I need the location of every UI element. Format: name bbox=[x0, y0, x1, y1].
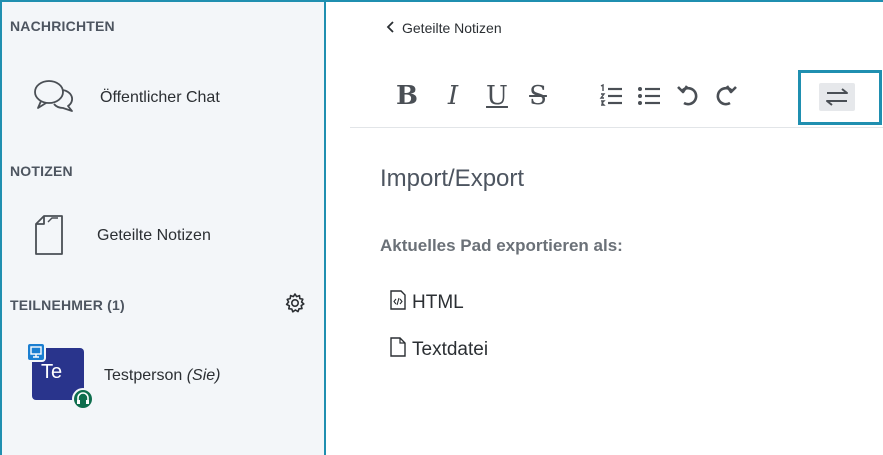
back-link-label: Geteilte Notizen bbox=[402, 20, 502, 36]
import-export-button[interactable] bbox=[798, 70, 882, 125]
sidebar-item-label: Geteilte Notizen bbox=[97, 227, 211, 244]
strikethrough-button[interactable]: S bbox=[526, 80, 550, 112]
import-export-icon bbox=[819, 83, 855, 111]
export-subheading: Aktuelles Pad exportieren als: bbox=[380, 236, 623, 255]
export-option-label: Textdatei bbox=[412, 339, 489, 360]
sidebar-item-label: Öffentlicher Chat bbox=[100, 89, 220, 106]
participant-name-text: Testperson bbox=[104, 367, 183, 384]
sidebar: NACHRICHTEN Öffentlicher Chat NOTIZEN Ge… bbox=[2, 2, 326, 455]
text-file-icon bbox=[390, 337, 406, 363]
sidebar-item-shared-notes[interactable]: Geteilte Notizen bbox=[2, 210, 324, 260]
export-html-link[interactable]: HTML bbox=[390, 290, 464, 316]
editor-toolbar: B I U S bbox=[350, 64, 883, 128]
presenter-icon bbox=[26, 342, 46, 362]
messages-section-title: NACHRICHTEN bbox=[10, 18, 115, 34]
redo-icon[interactable] bbox=[714, 80, 738, 112]
participant-list-item[interactable]: Te Testperson (Sie) bbox=[2, 342, 324, 422]
shared-notes-panel: Geteilte Notizen B I U S Import/Export A… bbox=[328, 2, 883, 455]
unordered-list-icon[interactable] bbox=[636, 80, 662, 112]
avatar-initials: Te bbox=[41, 361, 63, 383]
chevron-left-icon bbox=[386, 20, 394, 36]
bold-button[interactable]: B bbox=[394, 80, 420, 112]
italic-button[interactable]: I bbox=[442, 80, 464, 112]
sidebar-item-public-chat[interactable]: Öffentlicher Chat bbox=[2, 74, 324, 124]
headphones-icon bbox=[72, 388, 94, 410]
underline-button[interactable]: U bbox=[485, 80, 509, 112]
page-title: Import/Export bbox=[380, 165, 525, 192]
ordered-list-icon[interactable] bbox=[598, 80, 624, 112]
notes-section-title: NOTIZEN bbox=[10, 163, 73, 179]
html-file-icon bbox=[390, 290, 406, 316]
export-option-label: HTML bbox=[412, 292, 464, 313]
participant-name: Testperson (Sie) bbox=[104, 367, 221, 385]
avatar[interactable]: Te bbox=[26, 342, 94, 410]
undo-icon[interactable] bbox=[676, 80, 700, 112]
participants-section-title: TEILNEHMER (1) bbox=[10, 297, 125, 313]
chat-bubbles-icon bbox=[32, 78, 76, 119]
participant-self-tag: (Sie) bbox=[186, 367, 221, 384]
back-link[interactable]: Geteilte Notizen bbox=[386, 20, 502, 36]
export-text-link[interactable]: Textdatei bbox=[390, 337, 488, 363]
gear-icon[interactable] bbox=[284, 292, 306, 314]
document-icon bbox=[34, 214, 64, 261]
